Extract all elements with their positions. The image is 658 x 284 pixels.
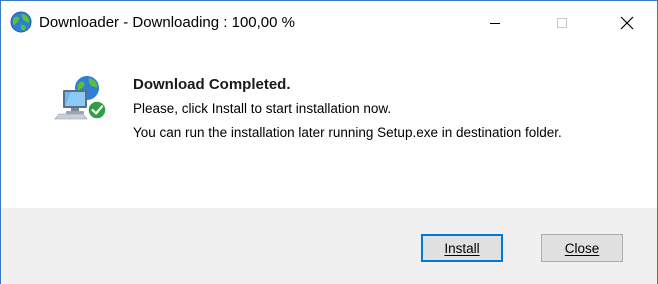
title-bar[interactable]: Downloader - Downloading : 100,00 % xyxy=(1,1,657,45)
install-button-label: Install xyxy=(444,240,480,256)
downloader-window: Downloader - Downloading : 100,00 % Down… xyxy=(0,0,658,284)
close-button-label: Close xyxy=(564,240,600,256)
window-title: Downloader - Downloading : 100,00 % xyxy=(39,14,295,31)
globe-icon xyxy=(10,11,32,33)
network-computer-check-icon xyxy=(54,76,107,120)
close-icon xyxy=(620,16,634,30)
message-heading: Download Completed. xyxy=(133,76,291,93)
message-line-2: You can run the installation later runni… xyxy=(133,125,562,140)
minimize-icon xyxy=(490,23,500,24)
minimize-button[interactable] xyxy=(472,1,518,45)
message-line-1: Please, click Install to start installat… xyxy=(133,101,392,116)
maximize-icon xyxy=(557,18,567,28)
maximize-button[interactable] xyxy=(539,1,585,45)
close-button[interactable]: Close xyxy=(541,234,623,262)
close-window-button[interactable] xyxy=(604,1,650,45)
install-button[interactable]: Install xyxy=(421,234,503,262)
